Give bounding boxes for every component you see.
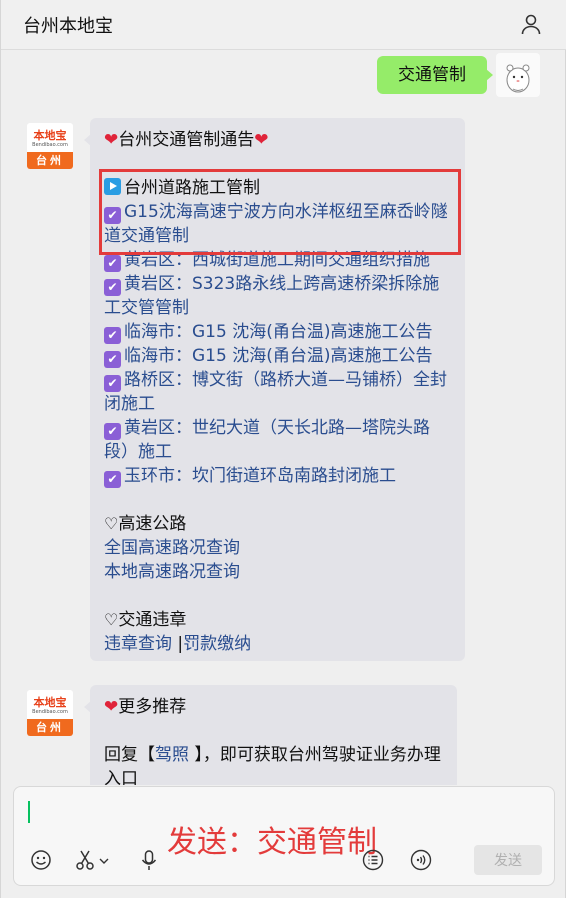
heart-icon: ❤ [104, 697, 119, 717]
notice-item[interactable]: ✔ 临海市：G15 沈海(甬台温)高速施工公告 [104, 344, 453, 368]
bot-avatar[interactable]: 本地宝 Bendibao.com 台州 [27, 123, 73, 169]
message-composer[interactable]: 发送：交通管制 发送 [13, 786, 555, 886]
local-highway-link[interactable]: 本地高速路况查询 [104, 560, 453, 584]
message-list[interactable]: 交通管制 本地宝 Bendibao.com 台州 ❤台州交通管制通告❤ 台州道路… [1, 50, 566, 785]
bot-avatar[interactable]: 本地宝 Bendibao.com 台州 [27, 690, 73, 736]
notice-item[interactable]: ✔ 黄岩区：西城街道施工期间交通组织措施 [104, 248, 453, 272]
play-icon [104, 178, 121, 195]
checkbox-icon: ✔ [104, 279, 121, 296]
violation-heading-row: ♡交通违章 [104, 608, 453, 632]
checkbox-icon: ✔ [104, 471, 121, 488]
notice-item[interactable]: ✔ 黄岩区：世纪大道（天长北路—塔院头路段）施工 [104, 416, 453, 464]
violation-query-link[interactable]: 违章查询 [104, 634, 172, 654]
notice-link[interactable]: 临海市：G15 沈海(甬台温)高速施工公告 [124, 346, 432, 366]
message-title: 台州交通管制通告 [118, 130, 255, 150]
logo-city: 台州 [27, 152, 73, 169]
logo-subtext: Bendibao.com [32, 142, 68, 148]
highway-heading-row: ♡高速公路 [104, 512, 453, 536]
violation-links-row: 违章查询 |罚款缴纳 [104, 632, 453, 656]
scissors-icon[interactable] [74, 849, 96, 871]
list-icon[interactable] [362, 849, 384, 871]
outline-heart-icon: ♡ [104, 514, 119, 533]
notice-item[interactable]: ✔ 临海市：G15 沈海(甬台温)高速施工公告 [104, 320, 453, 344]
notice-item[interactable]: ✔ 玉环市：坎门街道环岛南路封闭施工 [104, 464, 453, 488]
voice-call-icon[interactable] [410, 849, 432, 871]
message-title: 更多推荐 [118, 697, 187, 717]
notice-item[interactable]: ✔ 黄岩区：S323路永线上跨高速桥梁拆除施工交管管制 [104, 272, 453, 320]
checkbox-icon: ✔ [104, 351, 121, 368]
notice-link[interactable]: 黄岩区：西城街道施工期间交通组织措施 [124, 250, 430, 270]
logo-city: 台州 [27, 719, 73, 736]
incoming-message-recommend[interactable]: ❤更多推荐 回复【驾照 】，即可获取台州驾驶证业务办理入口 [84, 685, 457, 785]
license-keyword-link[interactable]: 驾照 [155, 745, 189, 765]
message-title-row: ❤台州交通管制通告❤ [104, 128, 453, 152]
notice-link[interactable]: 黄岩区：世纪大道（天长北路—塔院头路段）施工 [104, 418, 430, 462]
fine-payment-link[interactable]: 罚款缴纳 [183, 634, 251, 654]
highway-heading: 高速公路 [118, 514, 187, 534]
heart-icon: ❤ [254, 130, 269, 150]
checkbox-icon: ✔ [104, 423, 121, 440]
microphone-icon[interactable] [138, 849, 160, 871]
notice-link[interactable]: 玉环市：坎门街道环岛南路封闭施工 [124, 466, 396, 486]
section-heading-row: 台州道路施工管制 [104, 176, 453, 200]
checkbox-icon: ✔ [104, 375, 121, 392]
outline-heart-icon: ♡ [104, 610, 119, 629]
violation-heading: 交通违章 [118, 610, 187, 630]
checkbox-icon: ✔ [104, 327, 121, 344]
notice-item[interactable]: ✔ 路桥区：博文街（路桥大道—马铺桥）全封闭施工 [104, 368, 453, 416]
section-heading: 台州道路施工管制 [124, 178, 260, 198]
hamster-avatar-icon [506, 64, 530, 93]
notice-link[interactable]: 临海市：G15 沈海(甬台温)高速施工公告 [124, 322, 432, 342]
notice-link[interactable]: 黄岩区：S323路永线上跨高速桥梁拆除施工交管管制 [104, 274, 439, 318]
chevron-down-icon[interactable] [98, 849, 110, 871]
recommend-text: 回复【驾照 】，即可获取台州驾驶证业务办理入口 [104, 743, 445, 785]
user-avatar[interactable] [496, 53, 540, 97]
outgoing-message[interactable]: 交通管制 [377, 56, 493, 94]
logo-text: 本地宝 [33, 129, 67, 142]
recommend-text-prefix: 回复【 [104, 745, 155, 765]
checkbox-icon: ✔ [104, 207, 121, 224]
heart-icon: ❤ [104, 130, 119, 150]
national-highway-link[interactable]: 全国高速路况查询 [104, 536, 453, 560]
send-button[interactable]: 发送 [474, 845, 542, 875]
annotation-text: 发送：交通管制 [167, 825, 377, 860]
notice-link[interactable]: G15沈海高速宁波方向水洋枢纽至麻岙岭隧道交通管制 [104, 202, 448, 246]
chat-window: 台州本地宝 交通管制 本地宝 Bendibao.com 台州 ❤台州交通管制通告… [0, 0, 566, 898]
incoming-message-traffic[interactable]: ❤台州交通管制通告❤ 台州道路施工管制 ✔ G15沈海高速宁波方向水洋枢纽至麻岙岭… [84, 118, 465, 661]
chat-header: 台州本地宝 [1, 0, 566, 50]
logo-subtext: Bendibao.com [32, 709, 68, 715]
chat-title: 台州本地宝 [23, 16, 113, 37]
notice-link[interactable]: 路桥区：博文街（路桥大道—马铺桥）全封闭施工 [104, 370, 447, 414]
notice-item[interactable]: ✔ G15沈海高速宁波方向水洋枢纽至麻岙岭隧道交通管制 [104, 200, 453, 248]
logo-text: 本地宝 [33, 696, 67, 709]
text-caret [28, 801, 30, 823]
message-title-row: ❤更多推荐 [104, 695, 445, 719]
emoji-icon[interactable] [30, 849, 52, 871]
checkbox-icon: ✔ [104, 255, 121, 272]
profile-icon[interactable] [519, 12, 543, 36]
